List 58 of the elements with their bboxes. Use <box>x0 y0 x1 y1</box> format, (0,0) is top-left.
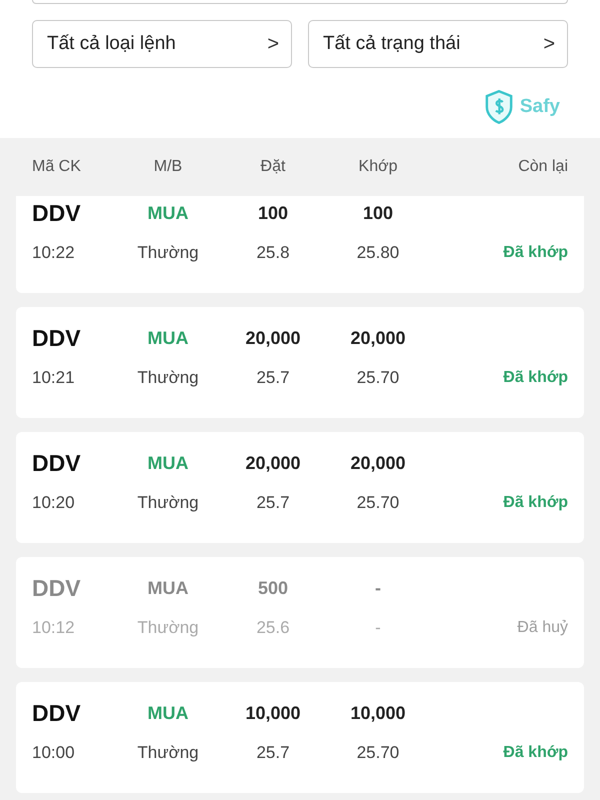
brand-name: Safy <box>520 96 560 118</box>
matched-quantity: 20,000 <box>349 453 407 474</box>
order-status: Đã khớp <box>502 244 568 262</box>
column-header: Đặt <box>260 158 286 176</box>
order-status: Đã khớp <box>502 369 568 387</box>
order-side: MUA <box>146 453 190 474</box>
order-side: MUA <box>146 578 190 599</box>
order-quantity: 20,000 <box>244 453 302 474</box>
order-card[interactable]: DDV MUA 10,000 10,000 10:00 Thường 25.7 25.70 Đã khớp <box>16 682 584 793</box>
order-price: 25.7 <box>255 493 291 513</box>
order-side: MUA <box>146 703 190 724</box>
order-status: Đã khớp <box>502 744 568 762</box>
order-status: Đã khớp <box>502 494 568 512</box>
column-header: M/B <box>152 158 184 176</box>
order-price: 25.8 <box>255 243 291 263</box>
column-header: Khớp <box>358 158 398 176</box>
matched-price: 25.70 <box>356 493 400 513</box>
stock-code: DDV <box>32 700 82 727</box>
matched-price: 25.70 <box>356 743 400 763</box>
order-side: MUA <box>146 328 190 349</box>
matched-quantity: - <box>374 578 382 599</box>
order-price: 25.7 <box>255 743 291 763</box>
matched-price: 25.70 <box>356 368 400 388</box>
column-header: Mã CK <box>32 158 82 176</box>
column-header: Còn lại <box>517 158 568 176</box>
order-card[interactable]: DDV MUA 20,000 20,000 10:21 Thường 25.7 25.70 Đã khớp <box>16 307 584 418</box>
order-type: Thường <box>136 493 200 513</box>
stock-code: DDV <box>32 325 82 352</box>
order-time: 10:12 <box>32 618 76 638</box>
order-type: Thường <box>136 743 200 763</box>
shield-icon <box>484 90 514 124</box>
order-card[interactable]: DDV MUA 20,000 20,000 10:20 Thường 25.7 25.70 Đã khớp <box>16 432 584 543</box>
order-type: Thường <box>136 243 200 263</box>
order-side: MUA <box>146 203 190 224</box>
order-time: 10:21 <box>32 368 76 388</box>
order-time: 10:22 <box>32 243 76 263</box>
filter-dropdown[interactable]: Tất cả trạng thái > <box>308 20 568 68</box>
stock-code: DDV <box>32 200 82 227</box>
order-price: 25.6 <box>255 618 291 638</box>
order-quantity: 10,000 <box>244 703 302 724</box>
order-type: Thường <box>136 368 200 388</box>
matched-price: - <box>374 618 382 638</box>
stock-code: DDV <box>32 575 82 602</box>
order-quantity: 500 <box>256 578 290 599</box>
order-price: 25.7 <box>255 368 291 388</box>
order-type: Thường <box>136 618 200 638</box>
matched-quantity: 20,000 <box>349 328 407 349</box>
stock-code: DDV <box>32 450 82 477</box>
order-card[interactable]: DDV MUA 100 100 10:22 Thường 25.8 25.80 Đã khớp <box>16 196 584 293</box>
order-quantity: 100 <box>256 203 290 224</box>
order-time: 10:00 <box>32 743 76 763</box>
order-time: 10:20 <box>32 493 76 513</box>
matched-quantity: 10,000 <box>349 703 407 724</box>
matched-quantity: 100 <box>362 203 394 224</box>
filter-dropdown[interactable]: Tất cả loại lệnh > <box>32 20 292 68</box>
matched-price: 25.80 <box>356 243 400 263</box>
order-status: Đã huỷ <box>516 619 568 637</box>
order-quantity: 20,000 <box>244 328 302 349</box>
